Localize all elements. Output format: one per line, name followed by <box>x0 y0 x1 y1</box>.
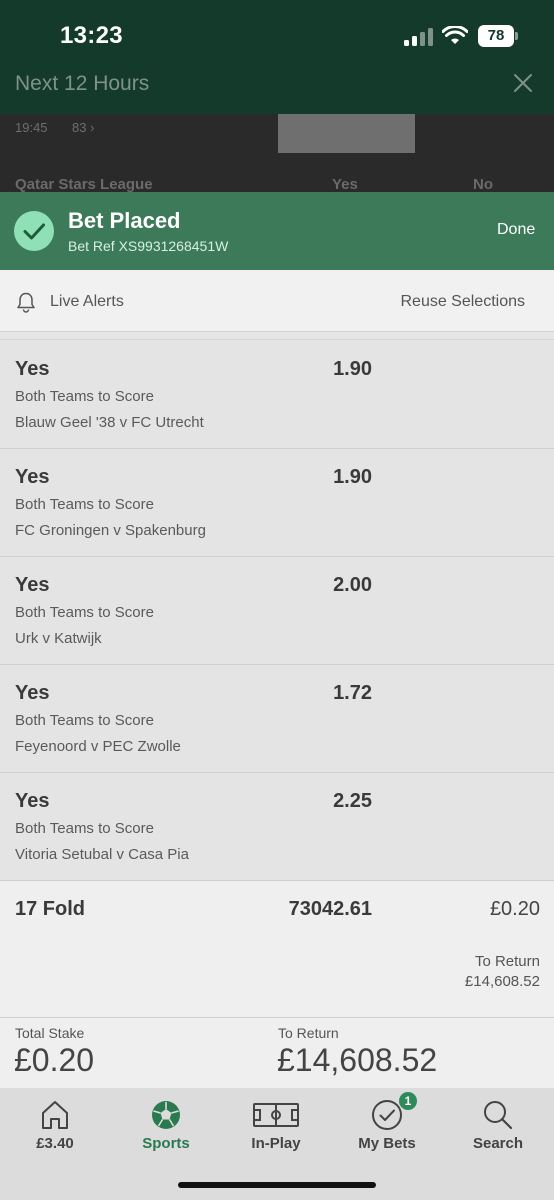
selection-name: Yes <box>15 574 50 596</box>
selection-name: Yes <box>15 790 50 812</box>
selection-event: Blauw Geel '38 v FC Utrecht <box>15 414 204 431</box>
selection-name: Yes <box>15 466 50 488</box>
nav-sports-label: Sports <box>142 1135 190 1152</box>
battery-tip <box>515 32 518 40</box>
selection-market: Both Teams to Score <box>15 388 154 405</box>
wifi-icon <box>442 26 468 44</box>
selection-name: Yes <box>15 358 50 380</box>
selection-event: Urk v Katwijk <box>15 630 102 647</box>
background-title: Next 12 Hours <box>15 72 150 95</box>
fold-odds: 73042.61 <box>288 898 372 920</box>
nav-sports[interactable]: Sports <box>111 1088 221 1168</box>
total-return-value: £14,608.52 <box>277 1042 438 1078</box>
nav-search-label: Search <box>472 1135 524 1152</box>
fold-summary: 17 Fold 73042.61 £0.20 To Return £14,608… <box>0 881 554 1018</box>
selection-odds: 1.90 <box>333 466 372 488</box>
selection-market: Both Teams to Score <box>15 712 154 729</box>
status-bar: 13:23 78 <box>0 0 554 62</box>
background-col-no: No <box>473 176 493 193</box>
selection-odds: 1.72 <box>333 682 372 704</box>
nav-in-play-label: In-Play <box>251 1135 301 1152</box>
selection-event: FC Groningen v Spakenburg <box>15 522 206 539</box>
total-stake-value: £0.20 <box>14 1042 95 1078</box>
selection-name: Yes <box>15 682 50 704</box>
background-odds-box <box>278 114 415 153</box>
nav-in-play[interactable]: In-Play <box>221 1088 331 1168</box>
selection-market: Both Teams to Score <box>15 820 154 837</box>
close-icon[interactable] <box>512 72 534 94</box>
market-count-value: 83 <box>72 120 87 135</box>
home-icon <box>42 1101 68 1129</box>
selection-odds: 2.00 <box>333 574 372 596</box>
fold-stake: £0.20 <box>489 898 540 920</box>
bet-placed-banner: Bet Placed Bet Ref XS9931268451W <box>0 192 554 270</box>
done-button[interactable]: Done <box>497 221 535 239</box>
status-time: 13:23 <box>60 22 123 49</box>
live-alerts-link[interactable]: Live Alerts <box>50 293 124 311</box>
fold-return-label: To Return <box>474 953 540 970</box>
selection-row: Yes 2.25 Both Teams to Score Vitoria Set… <box>0 773 554 881</box>
live-alerts-bar: Live Alerts Reuse Selections <box>0 270 554 332</box>
fold-return-value: £14,608.52 <box>464 973 540 990</box>
fold-label: 17 Fold <box>15 898 86 920</box>
home-indicator[interactable] <box>178 1182 376 1188</box>
background-event-time: 19:45 <box>15 120 48 135</box>
success-check-icon <box>14 211 54 251</box>
nav-home[interactable]: £3.40 <box>0 1088 110 1168</box>
selection-odds: 2.25 <box>333 790 372 812</box>
selection-row: Yes 2.00 Both Teams to Score Urk v Katwi… <box>0 557 554 665</box>
background-event-strip: 19:45 83 › Qatar Stars League Yes No <box>0 114 554 193</box>
nav-search[interactable]: Search <box>443 1088 553 1168</box>
background-league: Qatar Stars League <box>15 176 153 193</box>
my-bets-badge: 1 <box>399 1092 417 1110</box>
battery-icon: 78 <box>478 25 514 47</box>
selection-row: Yes 1.90 Both Teams to Score FC Groninge… <box>0 449 554 557</box>
total-return-label: To Return <box>278 1025 339 1041</box>
selection-event: Feyenoord v PEC Zwolle <box>15 738 181 755</box>
total-stake-label: Total Stake <box>15 1025 85 1041</box>
selection-market: Both Teams to Score <box>15 496 154 513</box>
divider <box>0 333 554 340</box>
selection-odds: 1.90 <box>333 358 372 380</box>
chevron-right-icon: › <box>90 120 95 135</box>
search-icon <box>484 1101 513 1130</box>
reuse-selections-button[interactable]: Reuse Selections <box>400 293 525 311</box>
bell-icon[interactable] <box>15 291 37 313</box>
background-header: Next 12 Hours <box>0 62 554 114</box>
background-market-count: 83 › <box>72 120 94 135</box>
nav-my-bets[interactable]: 1 My Bets <box>332 1088 442 1168</box>
signal-icon <box>404 28 434 46</box>
selection-market: Both Teams to Score <box>15 604 154 621</box>
selection-list: Yes 1.90 Both Teams to Score Blauw Geel … <box>0 341 554 881</box>
selection-event: Vitoria Setubal v Casa Pia <box>15 846 189 863</box>
selection-row: Yes 1.90 Both Teams to Score Blauw Geel … <box>0 341 554 449</box>
pitch-icon <box>253 1103 299 1127</box>
football-icon <box>152 1101 180 1129</box>
bet-placed-title: Bet Placed <box>68 208 181 233</box>
bet-totals: Total Stake £0.20 To Return £14,608.52 <box>0 1018 554 1088</box>
nav-home-label: £3.40 <box>36 1135 74 1152</box>
nav-my-bets-label: My Bets <box>358 1135 416 1152</box>
selection-row: Yes 1.72 Both Teams to Score Feyenoord v… <box>0 665 554 773</box>
background-col-yes: Yes <box>332 176 358 193</box>
bet-reference: Bet Ref XS9931268451W <box>68 238 229 254</box>
